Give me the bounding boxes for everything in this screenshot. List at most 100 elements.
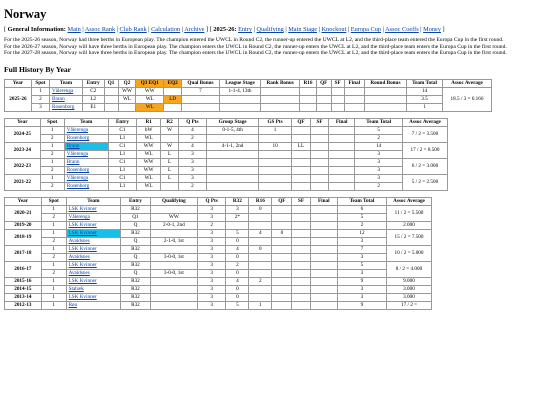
sf-cell bbox=[291, 220, 311, 230]
team-link[interactable]: Vålerenga bbox=[67, 175, 88, 181]
qualifying-cell bbox=[149, 300, 198, 310]
team-link[interactable]: Vålerenga bbox=[52, 88, 73, 94]
team-cell: LSK Kvinner bbox=[65, 276, 122, 286]
nav-link-season-entry[interactable]: Entry bbox=[238, 26, 252, 33]
team-link[interactable]: Brann bbox=[52, 96, 65, 102]
team-link[interactable]: Brann bbox=[67, 143, 80, 149]
nav-link-season-main-stage[interactable]: Main Stage bbox=[288, 26, 317, 33]
entry-cell: Q1 bbox=[120, 212, 151, 222]
table-row: 2 Rosenborg L1 WL 2 2 bbox=[5, 133, 448, 143]
team-link[interactable]: Røa bbox=[69, 302, 77, 308]
spot-cell: 1 bbox=[39, 157, 65, 167]
sf-cell bbox=[310, 141, 329, 151]
sf-cell bbox=[310, 133, 329, 143]
column-header-entry: Entry bbox=[120, 196, 151, 206]
q-pts-cell: 3 bbox=[196, 284, 227, 294]
team-link[interactable]: LSK Kvinner bbox=[69, 262, 97, 268]
nav-link-season-money[interactable]: Money bbox=[423, 26, 441, 33]
nav-link-general-archive[interactable]: Archive bbox=[184, 26, 204, 33]
team-total-cell: 3 bbox=[336, 252, 388, 262]
team-cell: Brann bbox=[48, 94, 83, 104]
column-header-entry: Entry bbox=[107, 117, 138, 127]
nav-link-season-qualifying[interactable]: Qualifying bbox=[256, 26, 283, 33]
table-row: 2 Avaldsnes Q 3-0-0, 1st 3 0 3 bbox=[5, 268, 432, 278]
team-total-cell: 2 bbox=[354, 133, 403, 143]
column-header-spot: Spot bbox=[40, 196, 67, 206]
table-row: 2 Avaldsnes Q 3-0-0, 1st 3 0 3 bbox=[5, 252, 432, 262]
sf-cell bbox=[310, 165, 329, 175]
entry-cell: R32 bbox=[120, 300, 151, 310]
team-total-cell: 5 bbox=[354, 125, 403, 135]
team-link[interactable]: Stabæk bbox=[69, 286, 84, 292]
team-total-cell: 14 bbox=[406, 86, 443, 96]
spot-cell: 1 bbox=[40, 260, 67, 270]
team-total-cell: 9 bbox=[336, 300, 388, 310]
table-header-row: Year Spot Team Entry Q1 Q2 Q3 EQ1 EQ2 Qual Bonus… bbox=[4, 78, 492, 88]
team-total-cell: 3.5 bbox=[406, 94, 443, 104]
history-heading: Full History By Year bbox=[4, 64, 72, 74]
team-cell: Rosenborg bbox=[63, 181, 109, 191]
nav-link-general-calculation[interactable]: Calculation bbox=[151, 26, 180, 33]
year-cell: 2013-14 bbox=[4, 292, 42, 302]
q2-cell: WL bbox=[117, 94, 137, 104]
nav-link-general-assoc-rank[interactable]: Assoc Rank bbox=[85, 26, 115, 33]
team-link[interactable]: Vålerenga bbox=[69, 214, 90, 220]
team-link[interactable]: LSK Kvinner bbox=[69, 246, 97, 252]
column-header-team-total: Team Total bbox=[406, 78, 443, 88]
year-cell: 2016-17 bbox=[4, 260, 42, 278]
r2-cell: W bbox=[159, 125, 180, 135]
nav-general-label: General Information: bbox=[7, 26, 66, 33]
qual-bonus-cell bbox=[181, 94, 220, 104]
team-total-cell: 12 bbox=[336, 228, 388, 238]
spot-cell: 1 bbox=[40, 204, 67, 214]
team-link[interactable]: LSK Kvinner bbox=[69, 294, 97, 300]
r16-cell: 0 bbox=[248, 244, 273, 254]
q-pts-cell: 2 bbox=[178, 133, 207, 143]
nav-link-general-main[interactable]: Main bbox=[68, 26, 81, 33]
entry-cell: L1 bbox=[107, 165, 138, 175]
nav-link-general-club-rank[interactable]: Club Rank bbox=[120, 26, 147, 33]
assoc-average-cell: 2.000 bbox=[386, 220, 432, 230]
r1-cell: WW bbox=[136, 157, 161, 167]
year-cell: 2012-13 bbox=[4, 300, 42, 310]
table-row: 2016-17 1 LSK Kvinner R32 3 2 5 8 / 2 = 4.000 bbox=[4, 260, 432, 278]
column-header-qual-bonus: Qual Bonus bbox=[181, 78, 220, 88]
gs-pts-cell: 10 bbox=[258, 141, 292, 151]
team-link[interactable]: Rosenborg bbox=[67, 135, 89, 141]
team-link[interactable]: LSK Kvinner bbox=[69, 278, 97, 284]
team-link[interactable]: Vålerenga bbox=[67, 127, 88, 133]
team-link[interactable]: LSK Kvinner bbox=[69, 222, 97, 228]
team-link[interactable]: Avaldsnes bbox=[69, 254, 90, 260]
team-link[interactable]: Rosenborg bbox=[67, 183, 89, 189]
nav-link-season-knockout[interactable]: Knockout bbox=[321, 26, 346, 33]
qual-bonus-cell: 7 bbox=[181, 86, 220, 96]
r32-cell: 2 bbox=[225, 260, 250, 270]
entry-cell: R32 bbox=[120, 276, 151, 286]
team-link[interactable]: Vålerenga bbox=[67, 151, 88, 157]
table-row: 2 Brann L2 WL WL LD 3.5 bbox=[5, 94, 492, 104]
team-link[interactable]: LSK Kvinner bbox=[69, 206, 97, 212]
team-link[interactable]: Rosenborg bbox=[67, 167, 89, 173]
eq2-cell bbox=[163, 86, 183, 96]
team-cell: Vålerenga bbox=[63, 149, 109, 159]
r32-cell: 0 bbox=[225, 236, 250, 246]
qualifying-cell: WW bbox=[149, 212, 198, 222]
r2-cell: L bbox=[159, 157, 180, 167]
team-link[interactable]: Rosenborg bbox=[52, 104, 74, 110]
team-total-cell: 3 bbox=[354, 165, 403, 175]
gs-pts-cell bbox=[258, 133, 292, 143]
team-link[interactable]: LSK Kvinner bbox=[69, 230, 97, 236]
sf-cell bbox=[291, 292, 311, 302]
nav-link-season-europa-cup[interactable]: Europa Cup bbox=[351, 26, 381, 33]
team-link[interactable]: Brann bbox=[67, 159, 80, 165]
team-link[interactable]: Avaldsnes bbox=[69, 238, 90, 244]
q-pts-cell: 4 bbox=[178, 141, 207, 151]
qf-cell: LL bbox=[290, 141, 312, 151]
q-pts-cell: 3 bbox=[178, 149, 207, 159]
table-row: 2013-14 1 LSK Kvinner R32 3 0 3 3.000 bbox=[4, 292, 432, 302]
sf-cell bbox=[310, 125, 329, 135]
nav-link-season-assoc-coeffs[interactable]: Assoc Coeffs bbox=[385, 26, 419, 33]
entry-cell: C2 bbox=[81, 86, 105, 96]
team-link[interactable]: Avaldsnes bbox=[69, 270, 90, 276]
spot-cell: 1 bbox=[40, 228, 67, 238]
